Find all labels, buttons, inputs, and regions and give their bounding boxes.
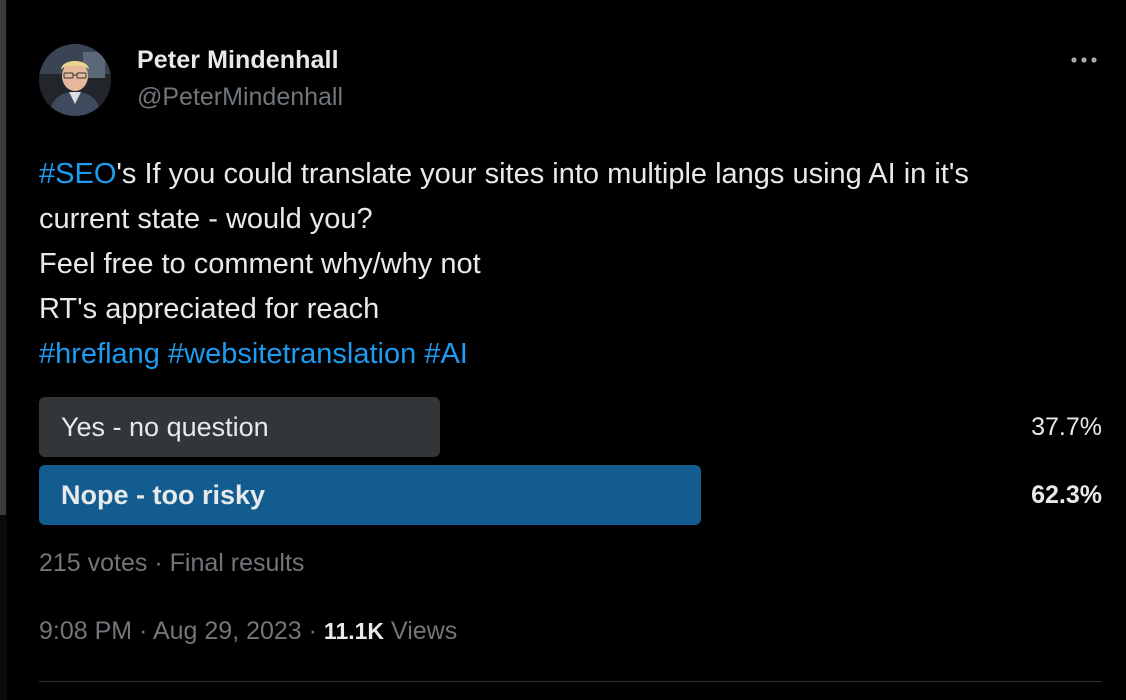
more-options-button[interactable] <box>1064 44 1104 76</box>
author-name[interactable]: Peter Mindenhall <box>137 46 339 75</box>
poll-status: Final results <box>169 549 305 577</box>
separator-dot: · <box>147 549 170 577</box>
author-avatar[interactable] <box>39 44 111 116</box>
author-handle[interactable]: @PeterMindenhall <box>137 83 343 112</box>
hashtag-link[interactable]: #AI <box>424 338 468 370</box>
tweet-text-segment: 's If you could translate your sites int… <box>116 158 969 190</box>
tweet-text-segment <box>160 338 168 370</box>
hashtag-link[interactable]: #SEO <box>39 158 116 190</box>
poll-option-nope: Nope - too risky 62.3% <box>39 465 1102 525</box>
hashtag-link[interactable]: #hreflang <box>39 338 160 370</box>
hashtag-link[interactable]: #websitetranslation <box>168 338 416 370</box>
separator-dot: · <box>132 617 153 645</box>
views-count: 11.1K <box>323 618 385 644</box>
tweet-text-line: #SEO's If you could translate your sites… <box>39 152 1114 197</box>
separator-dot: · <box>301 617 324 645</box>
poll-option-percent: 37.7% <box>1031 413 1102 441</box>
tweet-meta: 9:08 PM · Aug 29, 2023 · 11.1K Views <box>39 617 457 646</box>
divider <box>39 681 1102 682</box>
views-label: Views <box>384 617 458 645</box>
tweet-time[interactable]: 9:08 PM <box>39 617 132 645</box>
tweet-text: #SEO's If you could translate your sites… <box>39 152 1114 377</box>
poll-option-yes: Yes - no question 37.7% <box>39 397 1102 457</box>
page-scrollbar[interactable] <box>0 0 7 700</box>
tweet-text-line: current state - would you? <box>39 197 1114 242</box>
tweet-text-segment: current state - would you? <box>39 203 373 235</box>
tweet-date[interactable]: Aug 29, 2023 <box>153 617 302 645</box>
poll-vote-count: 215 votes <box>39 549 148 577</box>
poll-option-label: Yes - no question <box>61 412 269 442</box>
scrollbar-thumb[interactable] <box>0 0 6 515</box>
tweet-text-line: RT's appreciated for reach <box>39 287 1114 332</box>
tweet-text-line: Feel free to comment why/why not <box>39 242 1114 287</box>
tweet-text-segment: RT's appreciated for reach <box>39 293 380 325</box>
poll-results-summary: 215 votes · Final results <box>39 549 304 578</box>
poll-option-percent: 62.3% <box>1031 481 1102 509</box>
poll-option-label: Nope - too risky <box>61 480 266 510</box>
more-horizontal-icon <box>1071 57 1097 63</box>
tweet-text-line: #hreflang #websitetranslation #AI <box>39 332 1114 377</box>
profile-photo-icon <box>39 44 111 116</box>
tweet-text-segment: Feel free to comment why/why not <box>39 248 481 280</box>
